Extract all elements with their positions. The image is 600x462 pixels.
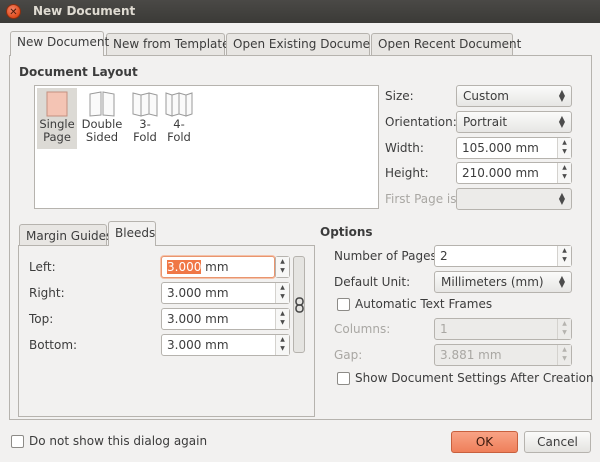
updown-arrow-icon: ▲ ▼ [558, 191, 565, 206]
window-title: New Document [33, 4, 136, 18]
spin-arrows-icon[interactable]: ▲ ▼ [557, 138, 571, 158]
height-spinbox[interactable]: 210.000 mm ▲ ▼ [456, 162, 572, 184]
bleed-right-label: Right: [29, 286, 65, 300]
bleed-left-spin-arrows[interactable]: ▲ ▼ [275, 256, 290, 278]
spin-arrows-icon[interactable]: ▲ ▼ [275, 283, 289, 303]
layout-double-sided[interactable]: Double Sided [81, 88, 123, 144]
height-label: Height: [385, 166, 429, 180]
show-settings-checkbox[interactable] [337, 372, 350, 385]
tab-margin-guides[interactable]: Margin Guides [19, 224, 112, 246]
gap-label: Gap: [334, 348, 363, 362]
width-label: Width: [385, 141, 424, 155]
updown-arrow-icon: ▲ ▼ [558, 88, 565, 103]
pages-label: Number of Pages: [334, 249, 441, 263]
size-combo[interactable]: Custom ▲ ▼ [456, 85, 572, 107]
auto-frames-checkbox[interactable] [337, 298, 350, 311]
bleed-top-label: Top: [29, 312, 54, 326]
pages-spinbox[interactable]: 2 ▲ ▼ [434, 245, 572, 267]
first-page-label: First Page is: [385, 192, 461, 206]
spin-arrows-icon[interactable]: ▲ ▼ [557, 163, 571, 183]
spin-arrows-icon[interactable]: ▲ ▼ [275, 309, 289, 329]
title-bar: ✕ New Document [0, 0, 600, 23]
orientation-combo[interactable]: Portrait ▲ ▼ [456, 111, 572, 133]
bleed-left-label: Left: [29, 260, 56, 274]
unit-label: Default Unit: [334, 275, 411, 289]
chain-link-icon [295, 297, 304, 316]
tab-new-document[interactable]: New Document [10, 31, 109, 56]
layout-single-page[interactable]: Single Page [37, 88, 77, 149]
spin-arrows-icon[interactable]: ▲ ▼ [275, 335, 289, 355]
link-bleeds-toggle[interactable] [293, 256, 305, 353]
first-page-combo[interactable]: ▲ ▼ [456, 188, 572, 210]
ok-button[interactable]: OK [451, 431, 518, 453]
unit-combo[interactable]: Millimeters (mm) ▲ ▼ [434, 271, 572, 293]
gap-spinbox[interactable]: 3.881 mm ▲ ▼ [434, 344, 572, 366]
double-sided-icon [81, 88, 123, 117]
layout-4-fold[interactable]: 4- Fold [159, 88, 199, 144]
document-layout-list: Single Page Double Sided 3- Fold 4- Fold [34, 85, 379, 209]
document-layout-title: Document Layout [19, 65, 138, 79]
updown-arrow-icon: ▲ ▼ [558, 274, 565, 289]
show-settings-label: Show Document Settings After Creation [355, 371, 594, 385]
dont-show-checkbox[interactable] [11, 435, 24, 448]
orientation-label: Orientation: [385, 115, 457, 129]
single-page-icon [37, 88, 77, 117]
spin-arrows-icon[interactable]: ▲ ▼ [557, 319, 571, 339]
spin-arrows-icon[interactable]: ▲ ▼ [557, 345, 571, 365]
spin-arrows-icon[interactable]: ▲ ▼ [557, 246, 571, 266]
updown-arrow-icon: ▲ ▼ [558, 114, 565, 129]
tab-open-existing-document[interactable]: Open Existing Document [226, 33, 382, 55]
tab-open-recent-document[interactable]: Open Recent Document [371, 33, 521, 55]
spin-arrows-icon[interactable]: ▲ ▼ [276, 257, 289, 277]
width-spinbox[interactable]: 105.000 mm ▲ ▼ [456, 137, 572, 159]
size-label: Size: [385, 89, 414, 103]
tab-bleeds[interactable]: Bleeds [108, 221, 156, 246]
tab-new-from-template[interactable]: New from Template [106, 33, 229, 55]
bleed-bottom-label: Bottom: [29, 338, 78, 352]
dont-show-label: Do not show this dialog again [29, 434, 208, 448]
bleed-top-spinbox[interactable]: 3.000 mm ▲ ▼ [161, 308, 290, 330]
auto-frames-label: Automatic Text Frames [355, 297, 493, 311]
columns-spinbox[interactable]: 1 ▲ ▼ [434, 318, 572, 340]
four-fold-icon [159, 88, 199, 117]
options-title: Options [320, 225, 373, 239]
close-icon[interactable]: ✕ [6, 4, 21, 19]
bleed-right-spinbox[interactable]: 3.000 mm ▲ ▼ [161, 282, 290, 304]
bleed-bottom-spinbox[interactable]: 3.000 mm ▲ ▼ [161, 334, 290, 356]
cancel-button[interactable]: Cancel [524, 431, 591, 453]
bleed-left-spinbox[interactable]: 3.000 mm [161, 256, 275, 278]
columns-label: Columns: [334, 322, 391, 336]
